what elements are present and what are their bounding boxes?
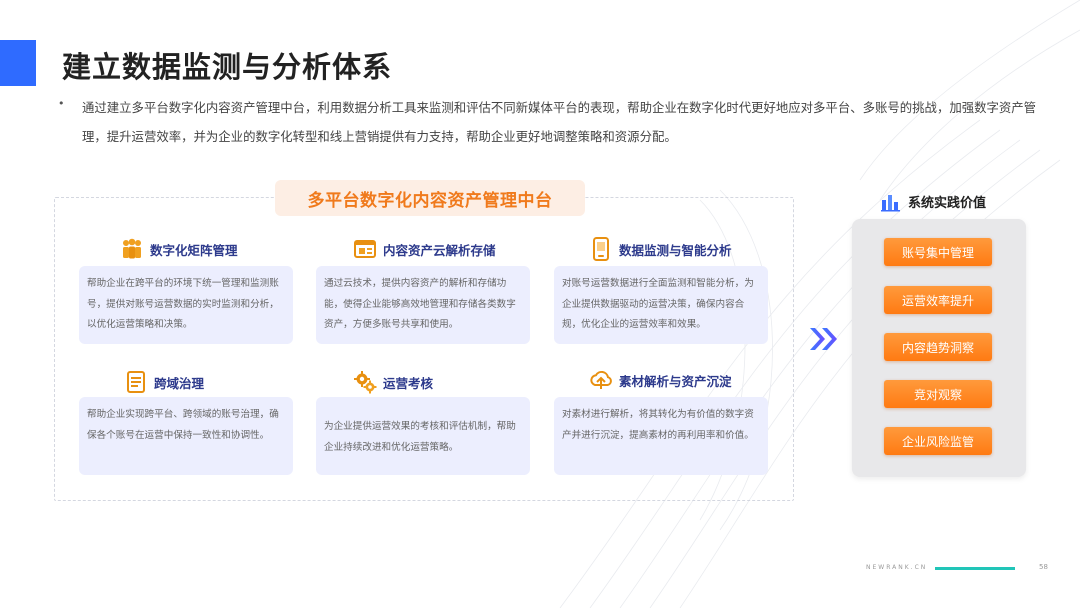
- feature-heading-cross-domain: 跨域治理: [124, 369, 204, 395]
- feature-heading-asset-precipitation: 素材解析与资产沉淀: [589, 367, 732, 393]
- footer-brand: NEWRANK.CN: [866, 564, 928, 571]
- value-item-risk-supervision: 企业风险监管: [884, 427, 992, 455]
- feature-title: 运营考核: [383, 375, 434, 391]
- feature-heading-data-monitor: 数据监测与智能分析: [589, 236, 732, 262]
- browser-window-icon: [353, 237, 377, 261]
- feature-desc: 为企业提供运营效果的考核和评估机制，帮助企业持续改进和优化运营策略。: [324, 421, 516, 453]
- value-item-trend-insight: 内容趋势洞察: [884, 333, 992, 361]
- page-title: 建立数据监测与分析体系: [62, 50, 393, 84]
- document-list-icon: [124, 370, 148, 394]
- footer-divider: [935, 567, 1015, 570]
- value-item-account-management: 账号集中管理: [884, 238, 992, 266]
- people-group-icon: [120, 237, 144, 261]
- feature-card-cloud-storage: 通过云技术，提供内容资产的解析和存储功能，使得企业能够高效地管理和存储各类数字资…: [316, 266, 530, 344]
- bar-chart-icon: [880, 190, 902, 212]
- feature-desc: 对账号运营数据进行全面监测和智能分析，为企业提供数据驱动的运营决策，确保内容合规…: [562, 278, 754, 330]
- feature-heading-cloud-storage: 内容资产云解析存储: [353, 236, 496, 262]
- feature-desc: 帮助企业在跨平台的环境下统一管理和监测账号，提供对账号运营数据的实时监测和分析，…: [87, 278, 279, 330]
- value-heading: 系统实践价值: [880, 190, 986, 212]
- feature-title: 跨域治理: [154, 375, 205, 391]
- value-item-efficiency: 运营效率提升: [884, 286, 992, 314]
- feature-card-cross-domain: 帮助企业实现跨平台、跨领域的账号治理，确保各个账号在运营中保持一致性和协调性。: [79, 397, 293, 475]
- feature-desc: 对素材进行解析，将其转化为有价值的数字资产并进行沉淀，提高素材的再利用率和价值。: [562, 409, 754, 441]
- cloud-icon: [589, 368, 613, 392]
- feature-title: 素材解析与资产沉淀: [619, 373, 732, 389]
- feature-title: 数字化矩阵管理: [150, 242, 238, 258]
- feature-title: 数据监测与智能分析: [619, 242, 732, 258]
- platform-title: 多平台数字化内容资产管理中台: [275, 180, 585, 216]
- feature-heading-operation-review: 运营考核: [353, 369, 433, 395]
- intro-paragraph: 通过建立多平台数字化内容资产管理中台，利用数据分析工具来监测和评估不同新媒体平台…: [82, 100, 1037, 144]
- value-title: 系统实践价值: [908, 195, 987, 211]
- mobile-phone-icon: [589, 237, 613, 261]
- feature-heading-matrix: 数字化矩阵管理: [120, 236, 238, 262]
- bullet-dot: •: [58, 97, 65, 110]
- feature-card-matrix: 帮助企业在跨平台的环境下统一管理和监测账号，提供对账号运营数据的实时监测和分析，…: [79, 266, 293, 344]
- title-accent-bar: [0, 40, 36, 86]
- double-chevron-right-icon: [810, 328, 837, 350]
- page-number: 58: [1039, 563, 1048, 571]
- value-item-competitor: 竞对观察: [884, 380, 992, 408]
- feature-title: 内容资产云解析存储: [383, 242, 496, 258]
- feature-card-operation-review: 为企业提供运营效果的考核和评估机制，帮助企业持续改进和优化运营策略。: [316, 397, 530, 475]
- feature-desc: 帮助企业实现跨平台、跨领域的账号治理，确保各个账号在运营中保持一致性和协调性。: [87, 409, 279, 441]
- feature-card-asset-precipitation: 对素材进行解析，将其转化为有价值的数字资产并进行沉淀，提高素材的再利用率和价值。: [554, 397, 768, 475]
- gears-icon: [353, 370, 377, 394]
- feature-desc: 通过云技术，提供内容资产的解析和存储功能，使得企业能够高效地管理和存储各类数字资…: [324, 278, 516, 330]
- feature-card-data-monitor: 对账号运营数据进行全面监测和智能分析，为企业提供数据驱动的运营决策，确保内容合规…: [554, 266, 768, 344]
